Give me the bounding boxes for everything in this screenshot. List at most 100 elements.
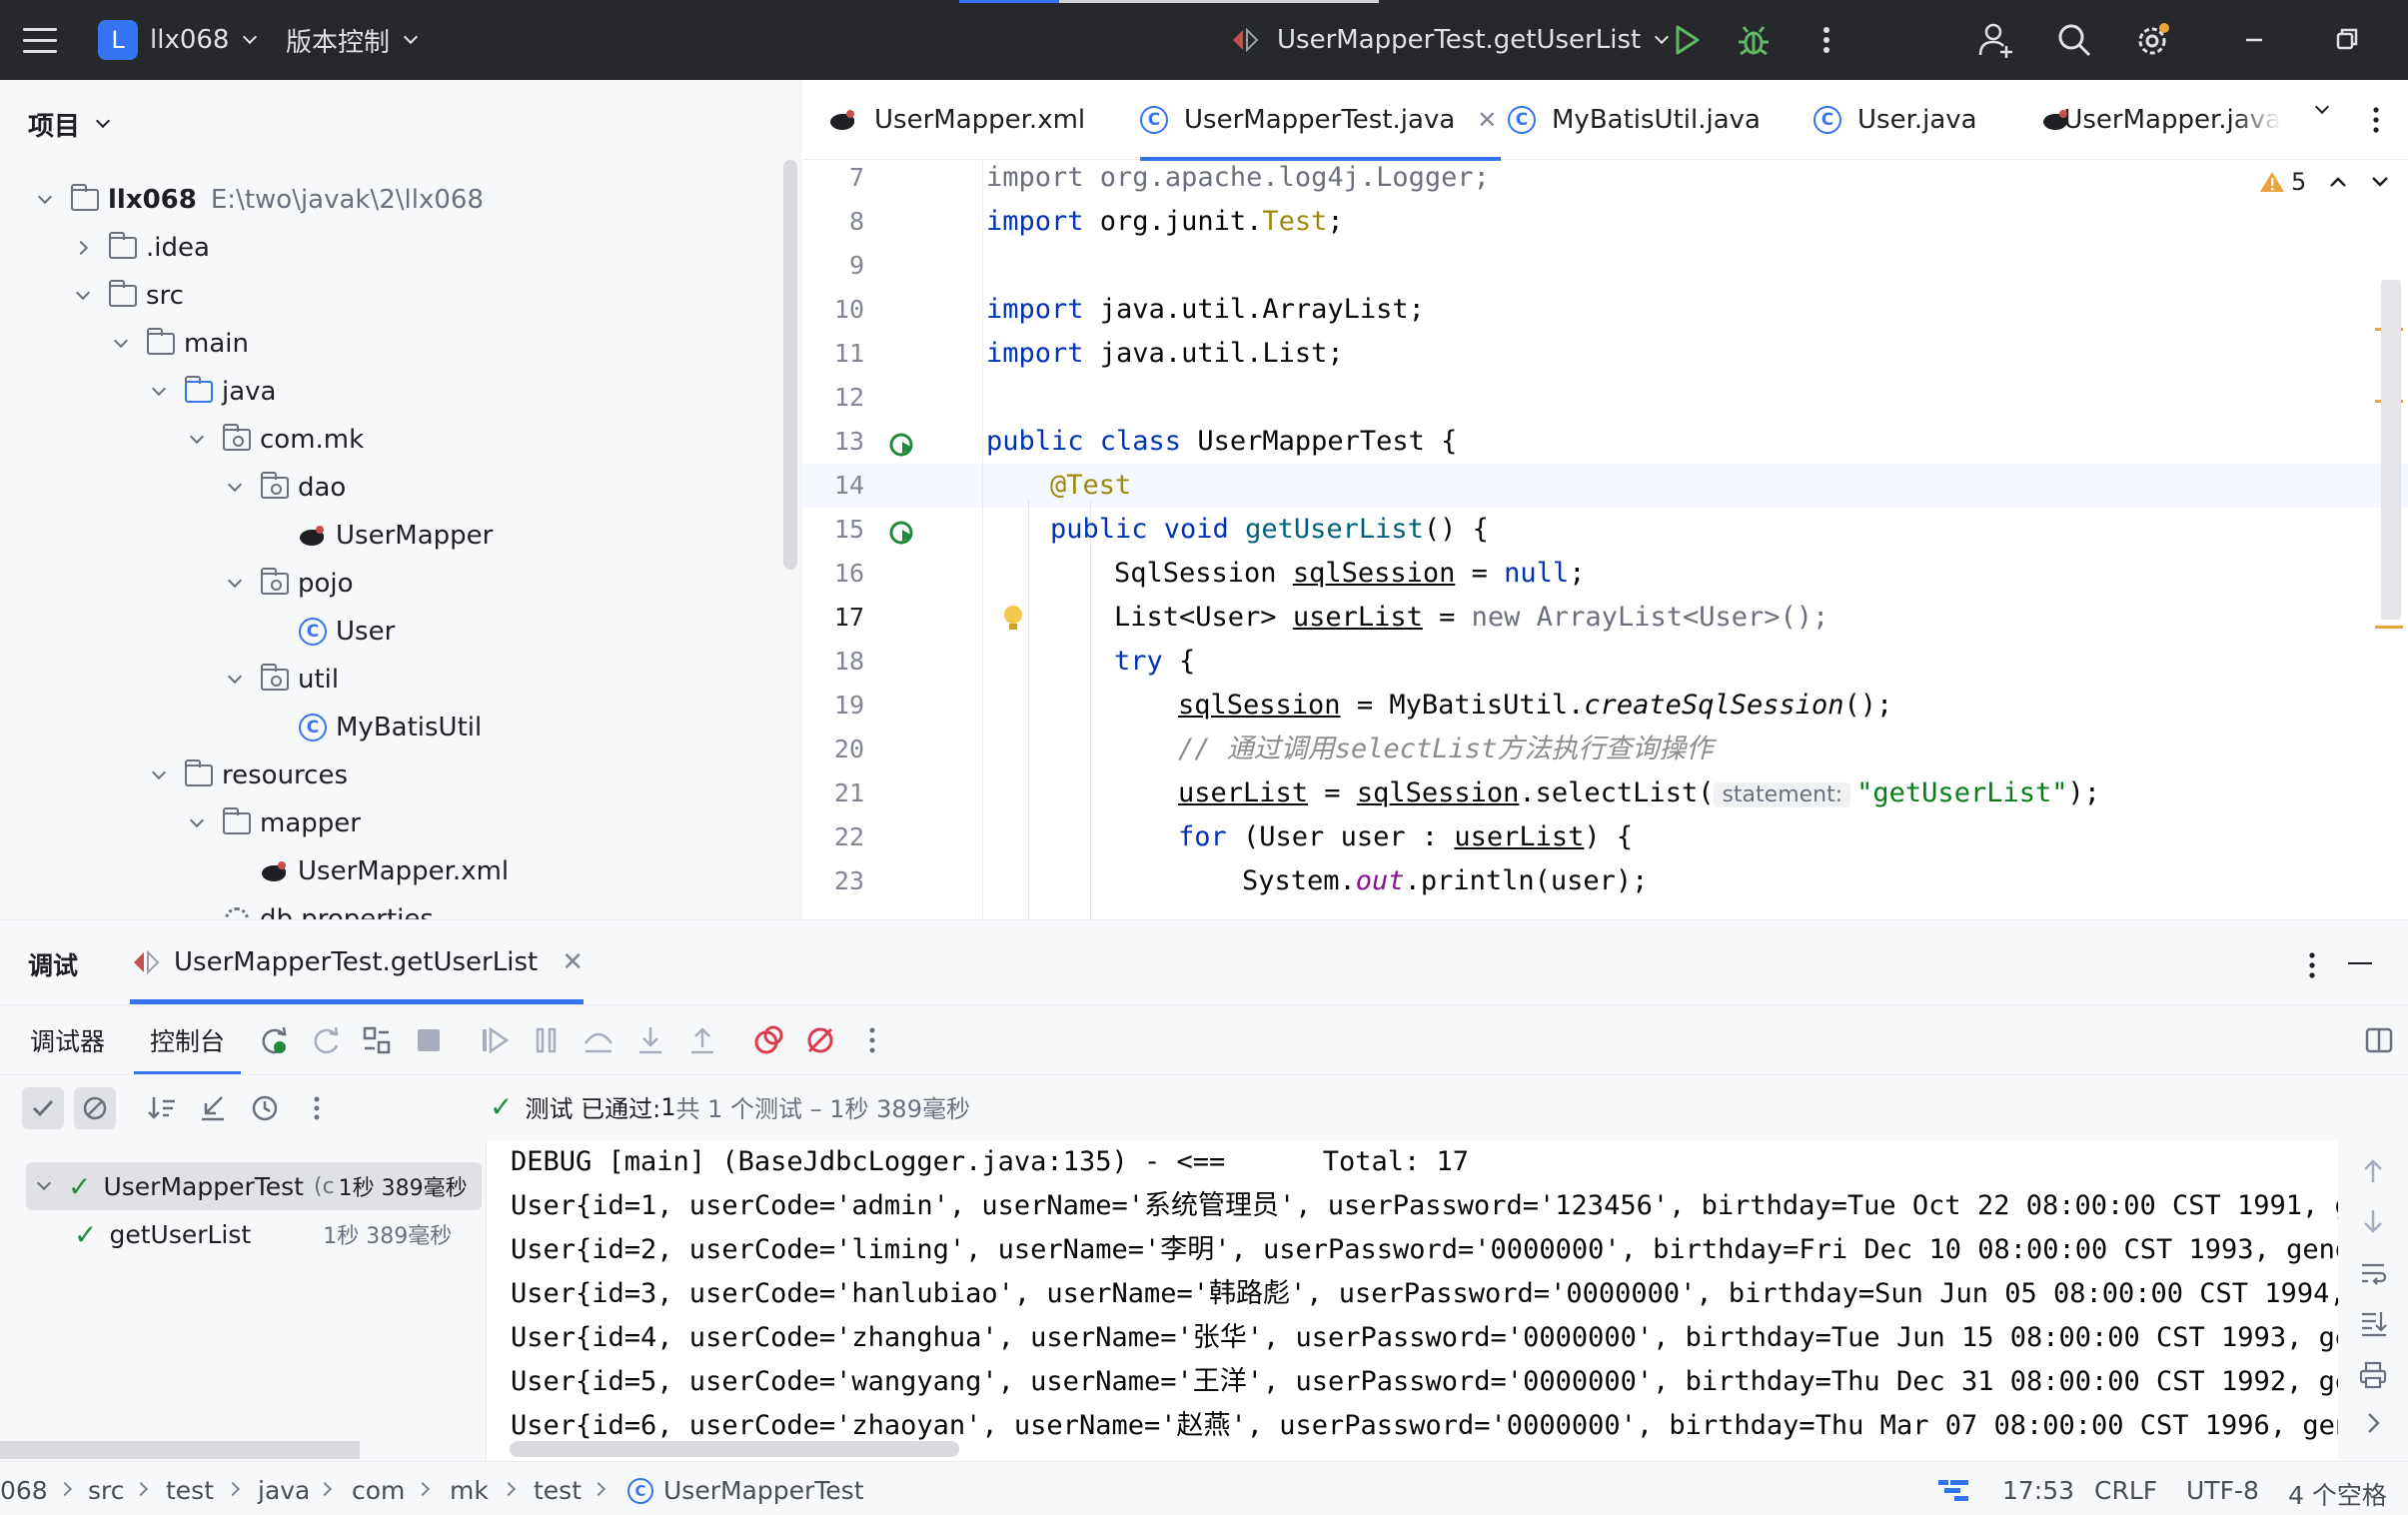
chevron-right-icon[interactable] [2358, 1408, 2388, 1438]
results-scrollbar[interactable] [0, 1441, 360, 1459]
indent-setting[interactable]: 4 个空格 [2288, 1476, 2387, 1512]
chevron-down-icon[interactable] [2314, 99, 2330, 115]
chevron-down-icon[interactable] [106, 329, 136, 359]
breadcrumb-item[interactable]: com [352, 1476, 405, 1505]
console-output[interactable]: DEBUG [main] (BaseJdbcLogger.java:135) -… [486, 1140, 2338, 1462]
soft-wrap-icon[interactable] [2358, 1258, 2388, 1288]
chevron-down-icon[interactable] [220, 665, 250, 695]
rerun-icon[interactable] [258, 1023, 292, 1057]
search-icon[interactable] [2054, 0, 2094, 80]
code-area[interactable]: 7 8 9 10 11 12 13 14 15 16 17 18 19 20 2… [802, 160, 2408, 919]
resume-icon[interactable] [478, 1023, 512, 1057]
scroll-to-end-icon[interactable] [2358, 1308, 2388, 1338]
chevron-down-icon[interactable] [182, 425, 212, 455]
breadcrumb-item[interactable]: C UserMapperTest [627, 1476, 864, 1505]
restore-icon[interactable] [2326, 0, 2366, 80]
tab-mybatisutil-java[interactable]: C MyBatisUtil.java [1508, 80, 1761, 160]
tree-item-user[interactable]: C User [298, 608, 395, 656]
breadcrumb-item[interactable]: src [88, 1476, 125, 1505]
hide-panel-icon[interactable] [2348, 962, 2372, 964]
tab-user-java[interactable]: C User.java [1813, 80, 1977, 160]
tab-debugger[interactable]: 调试器 [30, 1005, 105, 1075]
test-row-class[interactable]: ✓ UserMapperTest (c 1秒 389毫秒 [26, 1162, 482, 1210]
arrow-down-icon[interactable] [2358, 1206, 2388, 1236]
more-icon[interactable] [855, 1023, 889, 1057]
mute-breakpoints-icon[interactable] [803, 1023, 837, 1057]
breadcrumb-item[interactable]: java [258, 1476, 310, 1505]
run-test-method-icon[interactable] [888, 518, 918, 548]
file-encoding[interactable]: UTF-8 [2186, 1476, 2259, 1505]
caret-position[interactable]: 17:53 [2002, 1476, 2074, 1505]
breadcrumb-item[interactable]: 068 [0, 1476, 48, 1505]
collapse-icon[interactable] [192, 1087, 234, 1129]
breadcrumb-item[interactable]: test [534, 1476, 582, 1505]
history-icon[interactable] [244, 1087, 286, 1129]
chevron-down-icon[interactable] [220, 569, 250, 599]
tree-item-util[interactable]: util [220, 656, 339, 704]
menu-icon[interactable] [22, 0, 58, 80]
run-button[interactable] [1667, 0, 1707, 80]
add-user-icon[interactable] [1976, 0, 2016, 80]
editor-scrollbar[interactable] [2381, 280, 2401, 620]
show-ignored-toggle[interactable] [74, 1087, 116, 1129]
tree-item-dao[interactable]: dao [220, 464, 346, 512]
tree-item-idea[interactable]: .idea [68, 224, 210, 272]
tree-item-usermapper[interactable]: UserMapper [298, 512, 493, 560]
chevron-down-icon[interactable] [32, 1175, 56, 1191]
more-icon[interactable] [2302, 950, 2322, 980]
tree-item-com-mk[interactable]: com.mk [182, 416, 364, 464]
project-scrollbar[interactable] [783, 160, 797, 570]
chevron-down-icon[interactable] [182, 808, 212, 838]
show-passed-toggle[interactable] [22, 1087, 64, 1129]
more-icon[interactable] [2361, 102, 2391, 138]
tab-usermapper-java[interactable]: UserMapper.java [2041, 80, 2281, 160]
tab-debug-session[interactable]: UserMapperTest.getUserList ✕ [130, 920, 584, 1004]
pause-icon[interactable] [530, 1023, 564, 1057]
step-over-icon[interactable] [582, 1023, 615, 1057]
chevron-down-icon[interactable] [30, 185, 60, 215]
lightbulb-icon[interactable] [1002, 604, 1024, 634]
chevron-down-icon[interactable] [2370, 175, 2390, 189]
inspection-widget[interactable]: 5 [2259, 168, 2390, 196]
rerun-failed-icon[interactable] [310, 1023, 344, 1057]
close-icon[interactable]: ✕ [1477, 106, 1497, 134]
run-test-class-icon[interactable] [888, 430, 918, 460]
tree-item-pojo[interactable]: pojo [220, 560, 354, 608]
restart-icon[interactable] [360, 1023, 394, 1057]
sort-icon[interactable] [142, 1087, 184, 1129]
layout-icon[interactable] [2362, 1023, 2396, 1057]
tree-item-main[interactable]: main [106, 320, 249, 368]
more-icon[interactable] [296, 1087, 338, 1129]
close-icon[interactable]: ✕ [562, 947, 584, 977]
chevron-up-icon[interactable] [2328, 175, 2348, 189]
print-icon[interactable] [2358, 1360, 2388, 1390]
arrow-up-icon[interactable] [2358, 1156, 2388, 1186]
tree-item-usermapper-xml[interactable]: UserMapper.xml [260, 847, 509, 895]
minimize-icon[interactable] [2234, 0, 2274, 80]
test-row-method[interactable]: ✓ getUserList 1秒 389毫秒 [62, 1210, 452, 1258]
line-separator[interactable]: CRLF [2094, 1476, 2157, 1505]
console-scrollbar[interactable] [510, 1441, 959, 1457]
breadcrumb-item[interactable]: mk [450, 1476, 489, 1505]
tree-item-src[interactable]: src [68, 272, 184, 320]
run-configuration-selector[interactable]: UserMapperTest.getUserList [1229, 0, 1670, 80]
view-breakpoints-icon[interactable] [751, 1023, 785, 1057]
tab-usermapper-xml[interactable]: UserMapper.xml [828, 80, 1085, 160]
tab-console[interactable]: 控制台 [134, 1005, 242, 1075]
step-out-icon[interactable] [685, 1023, 719, 1057]
warning-stripe[interactable] [2375, 626, 2403, 629]
chevron-down-icon[interactable] [144, 760, 174, 790]
project-header[interactable]: 项目 [0, 80, 800, 168]
tree-item-mybatisutil[interactable]: C MyBatisUtil [298, 704, 482, 752]
chevron-down-icon[interactable] [144, 377, 174, 407]
tree-item-java[interactable]: java [144, 368, 276, 416]
tab-usermappertest-java[interactable]: C UserMapperTest.java ✕ [1140, 80, 1502, 161]
tree-item-llx068[interactable]: llx068 E:\two\javak\2\llx068 [30, 176, 484, 224]
more-icon[interactable] [1806, 0, 1846, 80]
stop-icon[interactable] [412, 1023, 446, 1057]
debug-button[interactable] [1734, 0, 1774, 80]
tree-item-db-properties[interactable]: db.properties [222, 895, 434, 919]
chevron-right-icon[interactable] [68, 233, 98, 263]
settings-icon[interactable] [2132, 0, 2172, 80]
chevron-down-icon[interactable] [68, 281, 98, 311]
